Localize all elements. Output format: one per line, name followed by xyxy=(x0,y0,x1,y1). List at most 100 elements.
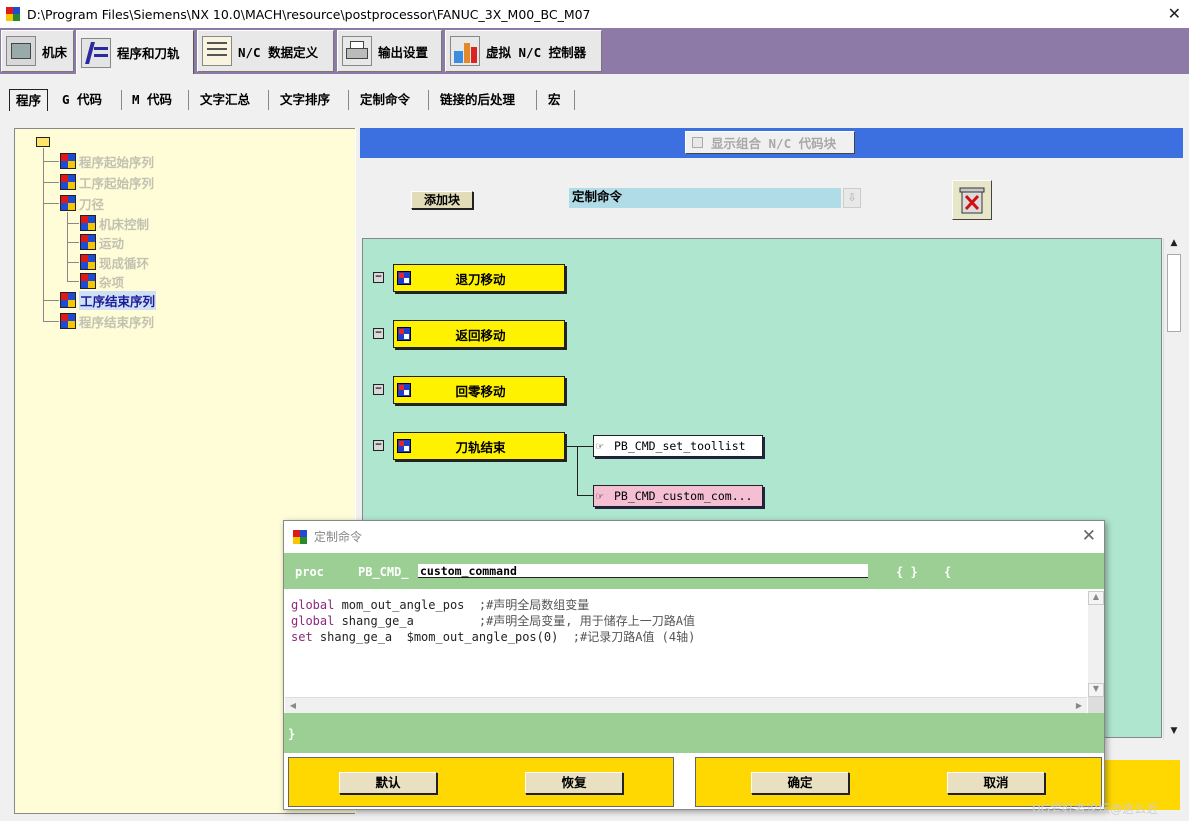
tree-item-operation-start[interactable]: 工序起始序列 xyxy=(60,172,154,192)
scroll-up-icon[interactable]: ▲ xyxy=(1088,591,1104,605)
tree-line xyxy=(43,203,59,204)
collapse-icon[interactable]: − xyxy=(373,440,384,451)
proc-args-braces: { } xyxy=(896,565,918,579)
tree-item-motion[interactable]: 运动 xyxy=(80,232,124,252)
tab-divider xyxy=(574,90,575,110)
subtab-macro[interactable]: 宏 xyxy=(542,89,567,111)
tree-item-label: 杂项 xyxy=(99,274,125,290)
scroll-down-icon[interactable]: ▼ xyxy=(1088,683,1104,697)
tree-item-machine-control[interactable]: 机床控制 xyxy=(80,213,149,233)
sequence-icon xyxy=(60,313,76,329)
collapse-icon[interactable]: − xyxy=(373,328,384,339)
scroll-thumb[interactable] xyxy=(1167,254,1181,332)
subtab-m-code[interactable]: M 代码 xyxy=(126,89,178,111)
tree-item-program-end[interactable]: 程序结束序列 xyxy=(60,311,154,331)
show-combined-nc-toggle[interactable]: 显示组合 N/C 代码块 xyxy=(685,131,855,154)
command-select[interactable]: 定制命令 ⇩ xyxy=(569,188,861,208)
command-label: PB_CMD_custom_com... xyxy=(614,489,753,503)
code-horizontal-scrollbar[interactable]: ◀ ▶ xyxy=(285,697,1087,713)
code-vertical-scrollbar[interactable]: ▲ ▼ xyxy=(1088,591,1104,697)
hand-icon: ☞ xyxy=(596,489,604,503)
virtual-controller-icon xyxy=(450,36,480,66)
tree-item-label: 程序起始序列 xyxy=(79,154,155,170)
sequence-icon xyxy=(60,195,76,211)
scroll-right-icon[interactable]: ▶ xyxy=(1071,698,1087,713)
tree-item-misc[interactable]: 杂项 xyxy=(80,271,124,291)
tab-nc-data[interactable]: N/C 数据定义 xyxy=(197,30,334,72)
scroll-left-icon[interactable]: ◀ xyxy=(285,698,301,713)
sub-tab-bar: 程序 G 代码 M 代码 文字汇总 文字排序 定制命令 链接的后处理 宏 xyxy=(0,74,1189,120)
tree-item-operation-end[interactable]: 工序结束序列 xyxy=(60,290,157,310)
subtab-program[interactable]: 程序 xyxy=(9,89,49,111)
proc-footer: } xyxy=(284,713,1104,753)
subtab-word-summary[interactable]: 文字汇总 xyxy=(194,89,256,111)
show-combined-label: 显示组合 N/C 代码块 xyxy=(711,136,837,151)
block-toolpath-end[interactable]: 刀轨结束 xyxy=(393,432,565,460)
tree-item-toolpath[interactable]: 刀径 xyxy=(60,193,104,213)
tab-program-toolpath[interactable]: 程序和刀轨 xyxy=(76,30,194,74)
checkbox[interactable] xyxy=(692,137,703,148)
close-icon[interactable]: ✕ xyxy=(1082,526,1096,546)
subtab-g-code[interactable]: G 代码 xyxy=(56,89,108,111)
block-icon xyxy=(397,439,411,453)
block-home-move[interactable]: 回零移动 xyxy=(393,376,565,404)
printer-icon xyxy=(342,36,372,66)
close-icon[interactable]: ✕ xyxy=(1168,4,1181,23)
sequence-icon xyxy=(80,234,96,250)
sequence-icon xyxy=(80,215,96,231)
collapse-icon[interactable]: − xyxy=(373,272,384,283)
command-custom-command[interactable]: ☞ PB_CMD_custom_com... xyxy=(593,485,763,507)
tree-line xyxy=(67,262,79,263)
block-retract-move[interactable]: 退刀移动 xyxy=(393,264,565,292)
command-set-toollist[interactable]: ☞ PB_CMD_set_toollist xyxy=(593,435,763,457)
tree-item-canned-cycles[interactable]: 现成循环 xyxy=(80,252,149,272)
folder-icon[interactable] xyxy=(36,137,50,147)
tab-divider xyxy=(268,90,269,110)
collapse-icon[interactable]: − xyxy=(373,384,384,395)
scroll-up-icon[interactable]: ▲ xyxy=(1164,238,1184,252)
code-editor[interactable]: global mom_out_angle_pos ;#声明全局数组变量 globa… xyxy=(285,591,1087,697)
ok-button[interactable]: 确定 xyxy=(751,772,849,794)
tab-divider xyxy=(348,90,349,110)
block-icon xyxy=(397,271,411,285)
command-name-input[interactable]: custom_command xyxy=(418,564,868,578)
add-block-button[interactable]: 添加块 xyxy=(411,191,473,209)
scroll-down-icon[interactable]: ▼ xyxy=(1164,726,1184,740)
canvas-vertical-scrollbar[interactable]: ▲ ▼ xyxy=(1163,238,1183,740)
tab-divider xyxy=(428,90,429,110)
nc-data-icon xyxy=(202,36,232,66)
subtab-linked-post[interactable]: 链接的后处理 xyxy=(434,89,521,111)
tab-label: 程序和刀轨 xyxy=(117,46,180,61)
tree-line xyxy=(67,223,79,224)
tree-line xyxy=(43,148,44,321)
tab-output-settings[interactable]: 输出设置 xyxy=(337,30,442,72)
proc-open-brace: { xyxy=(944,565,952,579)
tree-line xyxy=(43,321,59,322)
tab-machine[interactable]: 机床 xyxy=(1,30,74,72)
proc-close-brace: } xyxy=(288,727,296,741)
default-button[interactable]: 默认 xyxy=(339,772,437,794)
block-return-move[interactable]: 返回移动 xyxy=(393,320,565,348)
tab-divider xyxy=(536,90,537,110)
code-line: set shang_ge_a $mom_out_angle_pos(0) ;#记… xyxy=(291,630,696,644)
tree-item-program-start[interactable]: 程序起始序列 xyxy=(60,151,154,171)
sequence-icon xyxy=(80,254,96,270)
dropdown-arrow-icon[interactable]: ⇩ xyxy=(843,188,861,208)
block-label: 退刀移动 xyxy=(455,271,506,287)
proc-header: proc PB_CMD_ custom_command { } { xyxy=(284,553,1104,589)
restore-button[interactable]: 恢复 xyxy=(525,772,623,794)
title-bar: D:\Program Files\Siemens\NX 10.0\MACH\re… xyxy=(0,0,1189,28)
program-toolpath-icon xyxy=(81,37,111,68)
tab-virtual-nc-controller[interactable]: 虚拟 N/C 控制器 xyxy=(445,30,602,72)
subtab-word-sequencing[interactable]: 文字排序 xyxy=(274,89,336,111)
tab-divider xyxy=(188,90,189,110)
dialog-title-bar: 定制命令 ✕ xyxy=(284,521,1104,552)
code-line: global shang_ge_a ;#声明全局变量, 用于储存上一刀路A值 xyxy=(291,614,695,628)
hand-icon: ☞ xyxy=(596,439,604,453)
trash-button[interactable] xyxy=(952,180,992,220)
tree-item-label: 刀径 xyxy=(79,196,105,212)
tree-item-label: 运动 xyxy=(99,235,125,251)
subtab-custom-command[interactable]: 定制命令 xyxy=(354,89,416,111)
tab-label: 机床 xyxy=(42,44,68,60)
cancel-button[interactable]: 取消 xyxy=(947,772,1045,794)
